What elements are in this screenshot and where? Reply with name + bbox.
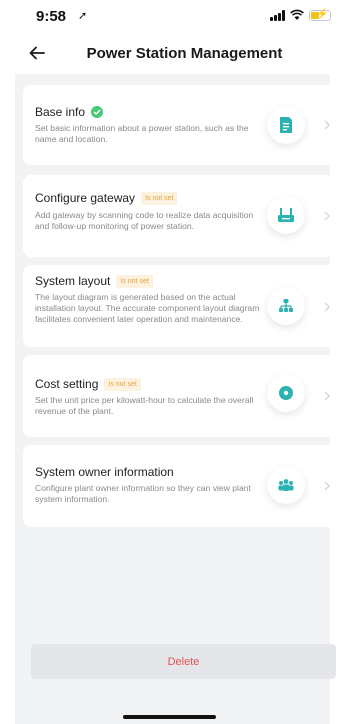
chevron-right-icon [324, 481, 330, 491]
owner-icon [267, 466, 305, 504]
chevron-right-icon [324, 120, 330, 130]
status-badge: Is not set [141, 191, 178, 205]
delete-button[interactable]: Delete [31, 644, 336, 679]
card-description: Set the unit price per kilowatt-hour to … [35, 395, 254, 416]
document-icon [267, 106, 305, 144]
home-indicator [123, 715, 216, 719]
page-title: Power Station Management [86, 45, 283, 62]
gateway-icon [267, 196, 305, 234]
chevron-right-icon [324, 211, 330, 221]
card-title: Base info [35, 105, 86, 119]
card-description: Set basic information about a power stat… [35, 123, 249, 144]
check-icon [91, 106, 104, 118]
card-title: System owner information [35, 465, 174, 479]
card-title: Configure gateway [35, 191, 136, 205]
status-bar: 9:58 ➚ ⚡ [0, 0, 345, 34]
card-description: Configure plant owner information so the… [35, 483, 251, 504]
chevron-right-icon [324, 302, 330, 312]
card-title: System layout [35, 274, 111, 288]
status-badge: Is not set [104, 377, 141, 391]
card-configure-gateway[interactable]: Configure gateway Is not set Add gateway… [23, 175, 343, 257]
card-base-info[interactable]: Base info Set basic information about a … [23, 85, 343, 165]
card-title: Cost setting [35, 377, 99, 391]
card-description: The layout diagram is generated based on… [35, 292, 260, 324]
card-system-owner[interactable]: System owner information Configure plant… [23, 445, 343, 527]
battery-icon: ⚡ [309, 9, 331, 21]
nav-bar: Power Station Management [0, 34, 345, 74]
chevron-right-icon [324, 391, 330, 401]
card-cost-setting[interactable]: Cost setting Is not set Set the unit pri… [23, 355, 343, 437]
card-description: Add gateway by scanning code to realize … [35, 210, 254, 231]
status-badge: Is not set [116, 274, 153, 288]
location-arrow-icon: ➚ [78, 10, 88, 22]
signal-icon [270, 9, 285, 21]
cost-icon [267, 374, 305, 412]
card-system-layout[interactable]: System layout Is not set The layout diag… [23, 265, 343, 347]
layout-icon [267, 287, 305, 325]
wifi-icon [290, 9, 304, 20]
status-time: 9:58 [36, 8, 67, 25]
status-icons: ⚡ [270, 8, 331, 22]
main-content: Base info Set basic information about a … [15, 74, 343, 724]
